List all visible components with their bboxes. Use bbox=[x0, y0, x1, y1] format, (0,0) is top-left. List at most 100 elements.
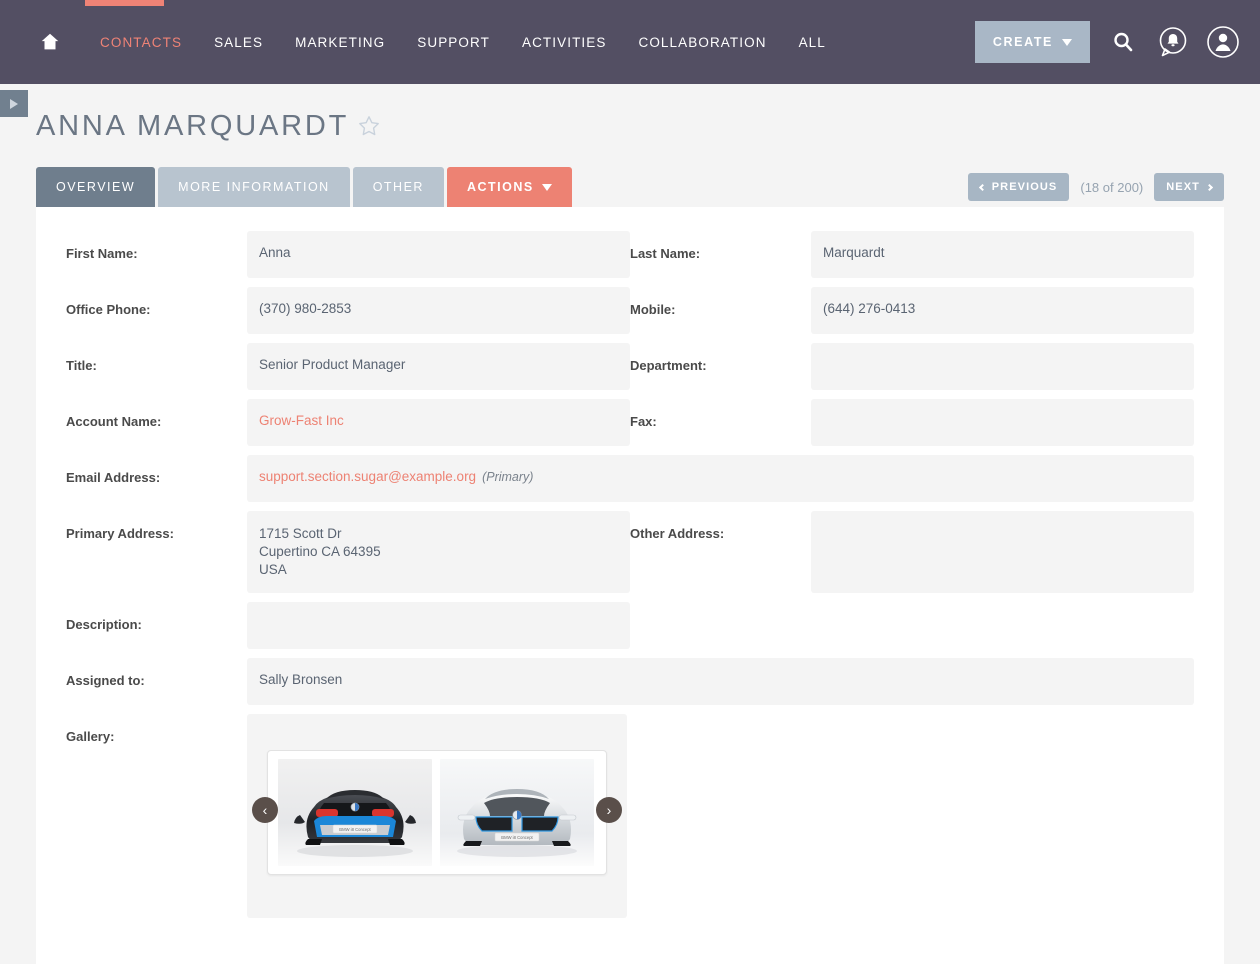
nav-link-sales[interactable]: SALES bbox=[198, 35, 279, 50]
field-first-name: First Name: Anna bbox=[66, 231, 630, 278]
field-other-address: Other Address: bbox=[630, 511, 1194, 593]
field-row-phones: Office Phone: (370) 980-2853 Mobile: (64… bbox=[66, 287, 1194, 334]
field-value-email-address[interactable]: support.section.sugar@example.org (Primar… bbox=[247, 455, 1194, 502]
tab-overview[interactable]: OVERVIEW bbox=[36, 167, 156, 207]
gallery-widget: ‹ › BMW i8 Concept BMW i8 Concept bbox=[247, 714, 627, 918]
chevron-down-icon bbox=[541, 183, 552, 191]
field-office-phone: Office Phone: (370) 980-2853 bbox=[66, 287, 630, 334]
field-row-assigned-to: Assigned to: Sally Bronsen bbox=[66, 658, 1194, 705]
nav-link-support[interactable]: SUPPORT bbox=[401, 35, 506, 50]
svg-text:BMW i8 Concept: BMW i8 Concept bbox=[501, 835, 533, 840]
gallery-image-1[interactable]: BMW i8 Concept bbox=[278, 759, 432, 866]
field-primary-address: Primary Address: 1715 Scott Dr Cupertino… bbox=[66, 511, 630, 593]
gallery-frame: BMW i8 Concept BMW i8 Concept bbox=[267, 750, 607, 875]
field-description: Description: bbox=[66, 602, 630, 649]
field-value-title[interactable]: Senior Product Manager bbox=[247, 343, 630, 390]
create-button[interactable]: CREATE bbox=[974, 21, 1090, 63]
top-navigation-bar: CONTACTS SALES MARKETING SUPPORT ACTIVIT… bbox=[0, 0, 1260, 84]
chevron-right-icon bbox=[1205, 183, 1214, 191]
address-line-2: Cupertino CA 64395 bbox=[259, 544, 381, 559]
field-email-address: Email Address: support.section.sugar@exa… bbox=[66, 455, 1194, 502]
field-department: Department: bbox=[630, 343, 1194, 390]
field-spacer bbox=[630, 602, 1194, 649]
account-name-link[interactable]: Grow-Fast Inc bbox=[259, 413, 344, 428]
field-value-account-name[interactable]: Grow-Fast Inc bbox=[247, 399, 630, 446]
notification-bell-icon[interactable] bbox=[1156, 25, 1190, 59]
field-value-description[interactable] bbox=[247, 602, 630, 649]
user-avatar-icon[interactable] bbox=[1206, 25, 1240, 59]
tab-other[interactable]: OTHER bbox=[352, 167, 444, 207]
actions-button-label: ACTIONS bbox=[466, 180, 534, 194]
nav-links: CONTACTS SALES MARKETING SUPPORT ACTIVIT… bbox=[84, 35, 842, 50]
gallery-next-button[interactable]: › bbox=[596, 797, 622, 823]
field-row-title-department: Title: Senior Product Manager Department… bbox=[66, 343, 1194, 390]
field-row-email: Email Address: support.section.sugar@exa… bbox=[66, 455, 1194, 502]
field-value-other-address[interactable] bbox=[811, 511, 1194, 593]
field-row-gallery: Gallery: ‹ › BMW i8 Concept BMW i8 Conce… bbox=[66, 714, 1194, 918]
star-outline-icon[interactable] bbox=[357, 114, 381, 143]
field-title: Title: Senior Product Manager bbox=[66, 343, 630, 390]
field-label-primary-address: Primary Address: bbox=[66, 526, 174, 541]
field-value-office-phone[interactable]: (370) 980-2853 bbox=[247, 287, 630, 334]
triangle-right-icon bbox=[10, 98, 18, 109]
email-primary-tag: (Primary) bbox=[482, 470, 534, 484]
search-icon[interactable] bbox=[1106, 25, 1140, 59]
field-label-gallery: Gallery: bbox=[66, 729, 115, 744]
svg-text:BMW i8 Concept: BMW i8 Concept bbox=[339, 827, 371, 832]
field-gallery: Gallery: ‹ › BMW i8 Concept BMW i8 Conce… bbox=[66, 714, 630, 918]
field-label-title: Title: bbox=[66, 358, 97, 373]
record-title-row: ANNA MARQUARDT bbox=[36, 84, 1224, 143]
field-value-last-name[interactable]: Marquardt bbox=[811, 231, 1194, 278]
record-count: (18 of 200) bbox=[1080, 179, 1144, 195]
chevron-left-icon bbox=[978, 183, 986, 191]
field-spacer bbox=[630, 714, 1194, 918]
field-label-description: Description: bbox=[66, 617, 142, 632]
nav-link-collaboration[interactable]: COLLABORATION bbox=[622, 35, 782, 50]
field-row-description: Description: bbox=[66, 602, 1194, 649]
field-label-account-name: Account Name: bbox=[66, 414, 162, 429]
nav-link-contacts[interactable]: CONTACTS bbox=[84, 35, 198, 50]
field-value-fax[interactable] bbox=[811, 399, 1194, 446]
create-button-label: CREATE bbox=[992, 35, 1053, 49]
next-button[interactable]: NEXT bbox=[1154, 173, 1224, 201]
pagination: PREVIOUS (18 of 200) NEXT bbox=[967, 173, 1224, 201]
previous-button-label: PREVIOUS bbox=[991, 181, 1058, 193]
gallery-image-2[interactable]: BMW i8 Concept bbox=[440, 759, 594, 866]
gallery-prev-button[interactable]: ‹ bbox=[252, 797, 278, 823]
previous-button[interactable]: PREVIOUS bbox=[967, 173, 1070, 201]
email-address-link[interactable]: support.section.sugar@example.org bbox=[259, 469, 476, 484]
field-row-addresses: Primary Address: 1715 Scott Dr Cupertino… bbox=[66, 511, 1194, 593]
address-line-3: USA bbox=[259, 562, 287, 577]
field-account-name: Account Name: Grow-Fast Inc bbox=[66, 399, 630, 446]
tab-more-information[interactable]: MORE INFORMATION bbox=[158, 167, 350, 207]
field-label-department: Department: bbox=[630, 358, 707, 373]
actions-button[interactable]: ACTIONS bbox=[446, 167, 572, 207]
field-row-names: First Name: Anna Last Name: Marquardt bbox=[66, 231, 1194, 278]
page-header: ANNA MARQUARDT OVERVIEW MORE INFORMATION… bbox=[0, 84, 1260, 207]
field-value-assigned-to[interactable]: Sally Bronsen bbox=[247, 658, 1194, 705]
home-icon[interactable] bbox=[38, 30, 62, 54]
tab-bar-row: OVERVIEW MORE INFORMATION OTHER ACTIONS … bbox=[36, 167, 1224, 207]
active-module-indicator bbox=[85, 0, 164, 6]
nav-link-marketing[interactable]: MARKETING bbox=[279, 35, 401, 50]
chevron-down-icon bbox=[1062, 38, 1072, 46]
field-value-mobile[interactable]: (644) 276-0413 bbox=[811, 287, 1194, 334]
nav-link-all[interactable]: ALL bbox=[783, 35, 842, 50]
field-label-last-name: Last Name: bbox=[630, 246, 701, 261]
field-label-first-name: First Name: bbox=[66, 246, 138, 261]
field-label-office-phone: Office Phone: bbox=[66, 302, 151, 317]
field-mobile: Mobile: (644) 276-0413 bbox=[630, 287, 1194, 334]
field-value-first-name[interactable]: Anna bbox=[247, 231, 630, 278]
field-label-fax: Fax: bbox=[630, 414, 657, 429]
field-row-account-fax: Account Name: Grow-Fast Inc Fax: bbox=[66, 399, 1194, 446]
tab-bar: OVERVIEW MORE INFORMATION OTHER ACTIONS bbox=[36, 167, 572, 207]
field-assigned-to: Assigned to: Sally Bronsen bbox=[66, 658, 1194, 705]
field-label-email-address: Email Address: bbox=[66, 470, 161, 485]
address-line-1: 1715 Scott Dr bbox=[259, 526, 342, 541]
nav-link-activities[interactable]: ACTIVITIES bbox=[506, 35, 623, 50]
field-label-assigned-to: Assigned to: bbox=[66, 673, 145, 688]
field-value-primary-address[interactable]: 1715 Scott Dr Cupertino CA 64395 USA bbox=[247, 511, 630, 593]
field-value-department[interactable] bbox=[811, 343, 1194, 390]
record-detail-panel: First Name: Anna Last Name: Marquardt Of… bbox=[36, 207, 1224, 964]
expand-sidebar-triangle-icon[interactable] bbox=[0, 90, 28, 117]
